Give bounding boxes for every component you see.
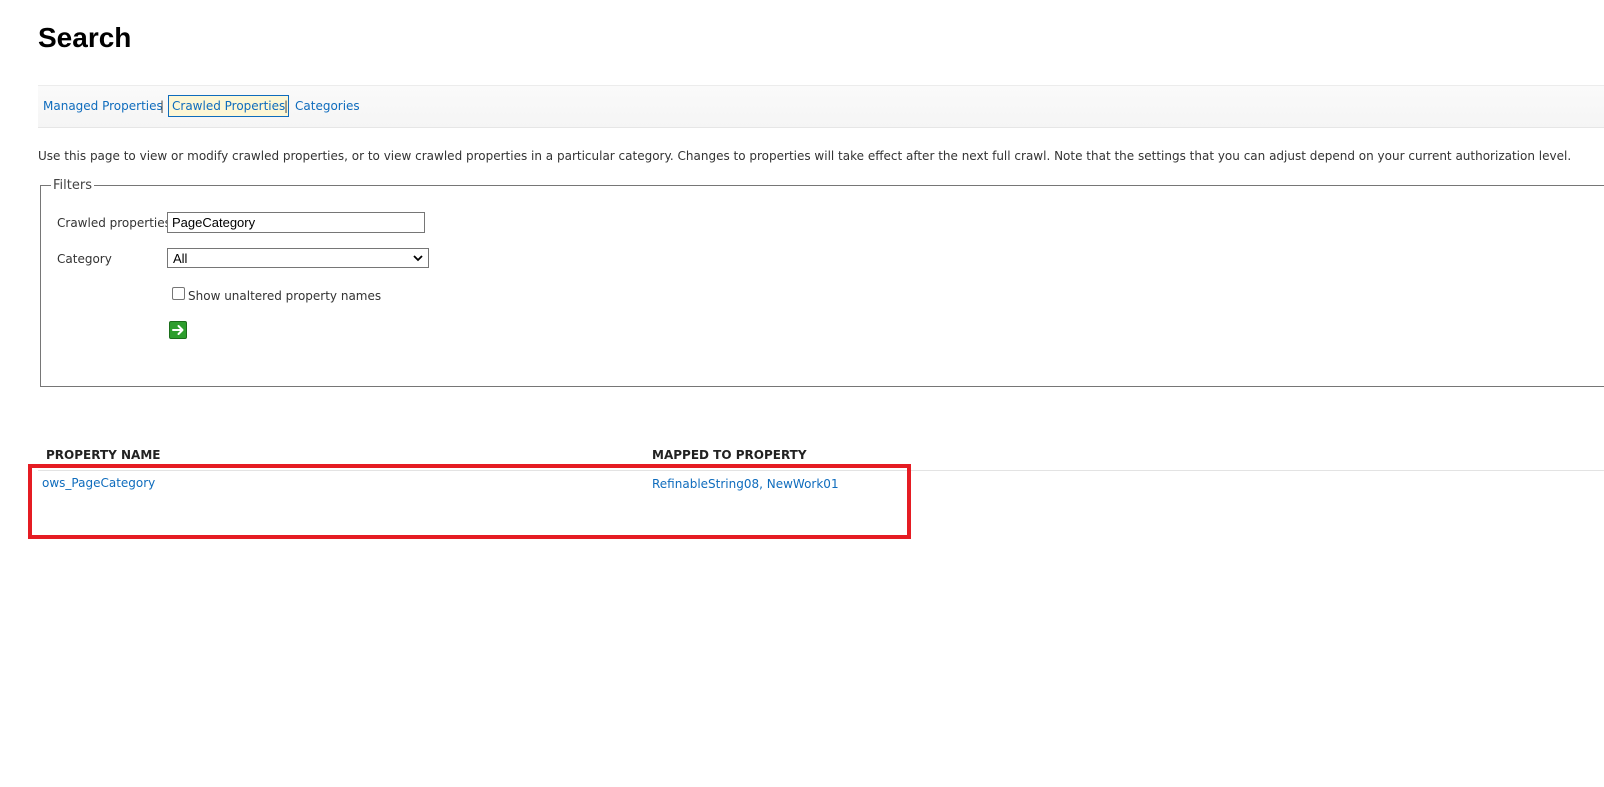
tab-separator: | xyxy=(284,99,289,113)
tab-managed-properties[interactable]: Managed Properties xyxy=(43,99,163,113)
tab-separator: | xyxy=(160,99,165,113)
page-description: Use this page to view or modify crawled … xyxy=(38,149,1572,163)
category-label: Category xyxy=(57,252,112,266)
filters-legend: Filters xyxy=(51,178,94,194)
column-header-mapped-to-property: MAPPED TO PROPERTY xyxy=(652,448,807,462)
tab-categories[interactable]: Categories xyxy=(295,99,360,113)
tab-bar: Managed Properties | Crawled Properties … xyxy=(38,85,1604,128)
property-name-link[interactable]: ows_PageCategory xyxy=(42,476,155,490)
category-selected-value: All xyxy=(173,251,188,266)
show-unaltered-label: Show unaltered property names xyxy=(188,289,382,303)
crawled-properties-label: Crawled properties xyxy=(57,216,171,230)
highlight-annotation-box xyxy=(28,464,911,539)
chevron-down-icon xyxy=(413,255,423,262)
green-arrow-right-icon[interactable] xyxy=(169,321,187,339)
page-title: Search xyxy=(38,22,132,53)
tab-crawled-properties[interactable]: Crawled Properties xyxy=(168,95,290,117)
show-unaltered-checkbox[interactable] xyxy=(172,287,185,300)
category-select[interactable]: All xyxy=(167,248,429,268)
crawled-properties-input[interactable] xyxy=(167,212,425,233)
table-header-divider xyxy=(38,470,1604,471)
column-header-property-name: PROPERTY NAME xyxy=(46,448,161,462)
mapped-to-property-link[interactable]: RefinableString08, NewWork01 xyxy=(652,477,839,491)
